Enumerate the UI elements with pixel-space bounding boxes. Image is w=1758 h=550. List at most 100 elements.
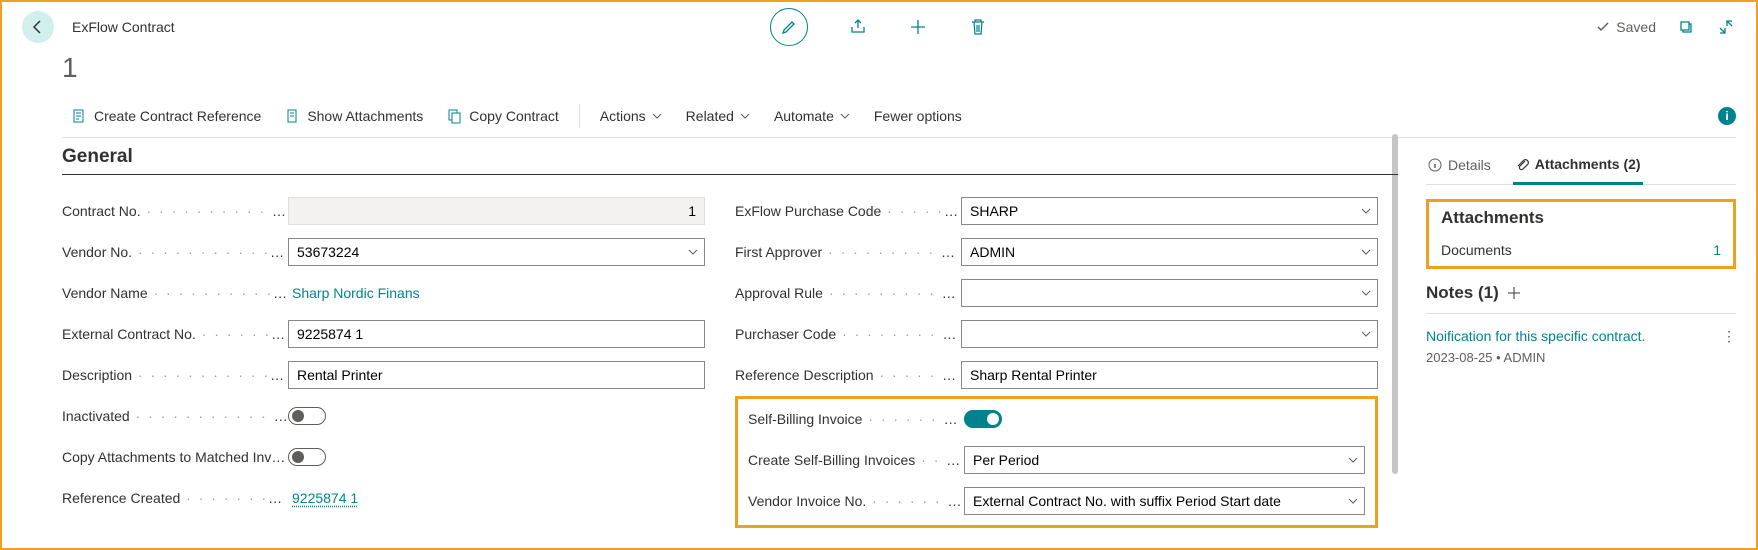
page-header: ExFlow Contract Saved	[2, 2, 1756, 52]
field-contract-no: Contract No.	[62, 197, 705, 225]
factbox-attachments-heading: Attachments	[1441, 208, 1721, 228]
tab-details[interactable]: Details	[1426, 150, 1493, 184]
action-bar-right: i	[1718, 107, 1736, 125]
factbox-documents-row[interactable]: Documents 1	[1441, 238, 1721, 258]
trash-icon	[970, 18, 986, 36]
label-purchase-code: ExFlow Purchase Code	[735, 203, 961, 219]
highlight-attachments-block: Attachments Documents 1	[1426, 199, 1736, 269]
link-vendor-name[interactable]: Sharp Nordic Finans	[288, 285, 420, 301]
field-approval-rule: Approval Rule	[735, 279, 1378, 307]
new-button[interactable]	[908, 17, 928, 37]
action-create-contract-reference[interactable]: Create Contract Reference	[62, 102, 271, 130]
label-approval-rule: Approval Rule	[735, 285, 961, 301]
main-area: General Contract No. Vendor No. Vendor N…	[2, 142, 1756, 528]
label-external-contract-no: External Contract No.	[62, 326, 288, 342]
plus-icon	[1507, 286, 1521, 300]
info-icon	[1428, 158, 1442, 172]
label-reference-created: Reference Created	[62, 490, 288, 506]
arrow-left-icon	[30, 19, 46, 35]
action-related-menu[interactable]: Related	[676, 102, 760, 130]
tab-attachments[interactable]: Attachments (2)	[1513, 150, 1643, 185]
action-fewer-options[interactable]: Fewer options	[864, 102, 972, 130]
saved-label: Saved	[1616, 19, 1656, 35]
share-button[interactable]	[848, 17, 868, 37]
label-copy-attachments: Copy Attachments to Matched Invo...	[62, 449, 288, 465]
factbox: Details Attachments (2) Attachments Docu…	[1426, 150, 1736, 528]
action-actions-menu[interactable]: Actions	[590, 102, 672, 130]
chevron-down-icon	[740, 111, 750, 121]
field-self-billing-invoice: Self-Billing Invoice	[748, 405, 1365, 433]
action-copy-contract[interactable]: Copy Contract	[437, 102, 568, 130]
collapse-icon	[1718, 19, 1734, 35]
factbox-documents-label: Documents	[1441, 242, 1512, 258]
action-bar: Create Contract Reference Show Attachmen…	[62, 94, 1736, 138]
factbox-tabs: Details Attachments (2)	[1426, 150, 1736, 185]
general-left-column: General Contract No. Vendor No. Vendor N…	[62, 150, 705, 528]
popout-icon	[1678, 19, 1694, 35]
input-approval-rule[interactable]	[961, 279, 1378, 307]
paperclip-icon	[1515, 157, 1529, 171]
field-purchase-code: ExFlow Purchase Code	[735, 197, 1378, 225]
field-vendor-no: Vendor No.	[62, 238, 705, 266]
edit-button[interactable]	[770, 8, 808, 46]
field-copy-attachments: Copy Attachments to Matched Invo...	[62, 443, 705, 471]
section-header-general[interactable]: General	[62, 146, 1398, 175]
label-vendor-name: Vendor Name	[62, 285, 288, 301]
collapse-button[interactable]	[1716, 17, 1736, 37]
toggle-copy-attachments[interactable]	[288, 448, 326, 466]
input-first-approver[interactable]	[961, 238, 1378, 266]
label-description: Description	[62, 367, 288, 383]
field-external-contract-no: External Contract No.	[62, 320, 705, 348]
share-icon	[849, 18, 867, 36]
input-external-contract-no[interactable]	[288, 320, 705, 348]
page-title: ExFlow Contract	[72, 19, 175, 35]
field-inactivated: Inactivated	[62, 402, 705, 430]
action-automate-menu[interactable]: Automate	[764, 102, 860, 130]
note-menu-button[interactable]: ⋮	[1722, 328, 1736, 345]
factbox-documents-count: 1	[1713, 242, 1721, 258]
input-vendor-invoice-no[interactable]	[964, 487, 1365, 515]
label-contract-no: Contract No.	[62, 203, 288, 219]
chevron-down-icon	[652, 111, 662, 121]
field-purchaser-code: Purchaser Code	[735, 320, 1378, 348]
back-button[interactable]	[22, 11, 54, 43]
label-vendor-no: Vendor No.	[62, 244, 288, 260]
input-vendor-no[interactable]	[288, 238, 705, 266]
info-button[interactable]: i	[1718, 107, 1736, 125]
input-description[interactable]	[288, 361, 705, 389]
add-note-button[interactable]	[1507, 286, 1521, 300]
scrollbar[interactable]	[1392, 134, 1398, 474]
note-meta: 2023-08-25 • ADMIN	[1426, 350, 1736, 365]
note-title-link[interactable]: Noification for this specific contract.	[1426, 328, 1736, 344]
field-reference-created: Reference Created 9225874 1	[62, 484, 705, 512]
toggle-inactivated[interactable]	[288, 407, 326, 425]
input-purchase-code[interactable]	[961, 197, 1378, 225]
general-right-column: ExFlow Purchase Code First Approver Appr…	[735, 150, 1378, 528]
input-create-self-billing-invoices[interactable]	[964, 446, 1365, 474]
field-first-approver: First Approver	[735, 238, 1378, 266]
delete-button[interactable]	[968, 17, 988, 37]
toggle-self-billing-invoice[interactable]	[964, 410, 1002, 428]
highlight-self-billing-group: Self-Billing Invoice Create Self-Billing…	[735, 396, 1378, 528]
field-vendor-name: Vendor Name Sharp Nordic Finans	[62, 279, 705, 307]
header-center-actions	[770, 8, 988, 46]
input-contract-no[interactable]	[288, 197, 705, 225]
separator	[579, 104, 580, 128]
action-show-attachments[interactable]: Show Attachments	[275, 102, 433, 130]
factbox-notes-heading: Notes (1)	[1426, 283, 1736, 314]
pencil-icon	[781, 19, 797, 35]
field-description: Description	[62, 361, 705, 389]
input-purchaser-code[interactable]	[961, 320, 1378, 348]
label-vendor-invoice-no: Vendor Invoice No.	[748, 493, 964, 509]
field-vendor-invoice-no: Vendor Invoice No.	[748, 487, 1365, 515]
input-reference-description[interactable]	[961, 361, 1378, 389]
label-self-billing-invoice: Self-Billing Invoice	[748, 411, 964, 427]
label-inactivated: Inactivated	[62, 408, 288, 424]
check-icon	[1596, 20, 1610, 34]
copy-icon	[447, 108, 463, 124]
field-create-self-billing-invoices: Create Self-Billing Invoices	[748, 446, 1365, 474]
popout-button[interactable]	[1676, 17, 1696, 37]
content: General Contract No. Vendor No. Vendor N…	[62, 150, 1398, 528]
link-reference-created[interactable]: 9225874 1	[288, 490, 358, 506]
attachment-icon	[285, 108, 301, 124]
